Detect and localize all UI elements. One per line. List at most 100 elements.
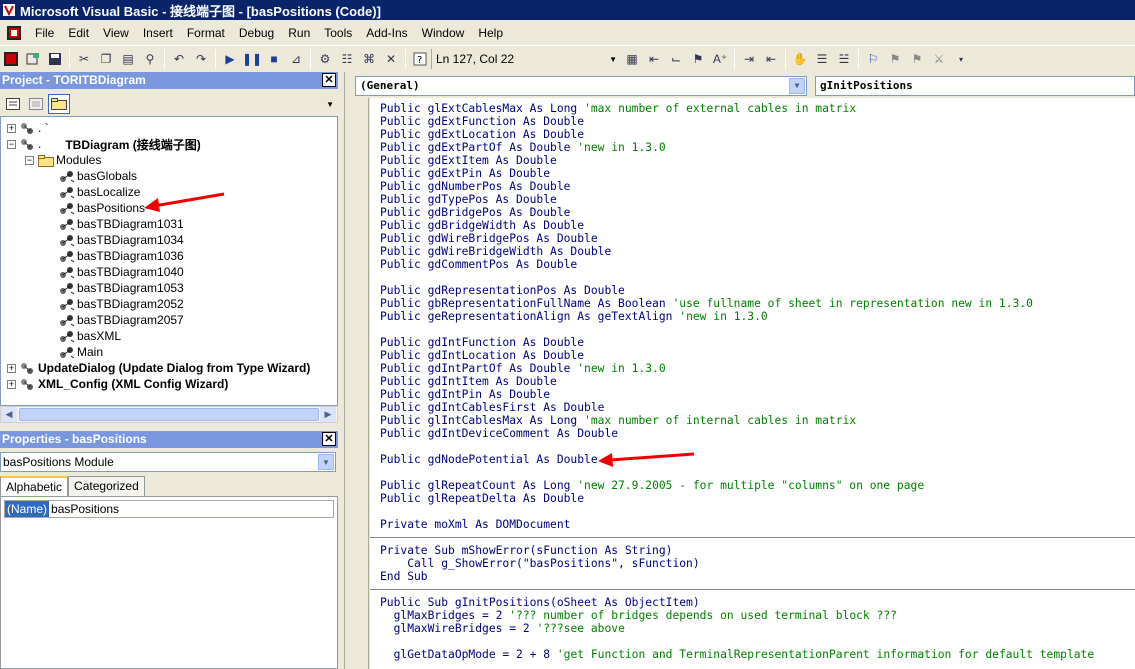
collapse-icon[interactable]: − <box>7 139 16 149</box>
indent-icon[interactable]: ⇥ <box>738 48 760 70</box>
tree-node-module[interactable]: basXML <box>59 328 121 344</box>
code-line[interactable]: Public glExtCablesMax As Long 'max numbe… <box>380 102 856 115</box>
code-line[interactable]: Public gdIntCablesFirst As Double <box>380 401 604 414</box>
toolbar-overflow-icon[interactable]: ▾ <box>950 48 972 70</box>
tree-node-module[interactable]: basTBDiagram1053 <box>59 280 184 296</box>
tree-node-module[interactable]: basTBDiagram2052 <box>59 296 184 312</box>
toggle-breakpoint-icon[interactable]: ✋ <box>789 48 811 70</box>
tree-node-module[interactable]: basTBDiagram1031 <box>59 216 184 232</box>
menu-help[interactable]: Help <box>471 22 510 44</box>
code-line[interactable]: Public gdWireBridgePos As Double <box>380 232 598 245</box>
view-object-icon[interactable] <box>25 94 47 114</box>
code-line[interactable]: Private moXml As DOMDocument <box>380 518 570 531</box>
comment-block-icon[interactable]: ☰ <box>811 48 833 70</box>
object-combo[interactable]: (General) ▼ <box>355 76 807 96</box>
design-mode-icon[interactable]: ⊿ <box>285 48 307 70</box>
project-explorer-icon[interactable]: ⚙ <box>314 48 336 70</box>
tree-node-module[interactable]: basTBDiagram2057 <box>59 312 184 328</box>
dropdown-arrow-icon[interactable]: ▼ <box>789 78 805 94</box>
complete-word-icon[interactable]: A⁺ <box>709 48 731 70</box>
code-line[interactable]: Public gdNumberPos As Double <box>380 180 570 193</box>
code-line[interactable]: Public gdNodePotential As Double <box>380 453 598 466</box>
menu-insert[interactable]: Insert <box>136 22 180 44</box>
cut-icon[interactable]: ✂ <box>73 48 95 70</box>
reset-icon[interactable]: ■ <box>263 48 285 70</box>
tree-node-module[interactable]: basLocalize <box>59 184 140 200</box>
vb-menu-icon[interactable] <box>0 22 28 44</box>
menu-debug[interactable]: Debug <box>232 22 281 44</box>
properties-close-icon[interactable]: ✕ <box>322 432 336 446</box>
copy-icon[interactable]: ❐ <box>95 48 117 70</box>
code-line[interactable]: Public gdExtLocation As Double <box>380 128 584 141</box>
toggle-folders-icon[interactable] <box>48 94 70 114</box>
code-line[interactable]: Public gdIntPartOf As Double 'new in 1.3… <box>380 362 666 375</box>
code-line[interactable]: Public gdIntFunction As Double <box>380 336 584 349</box>
list-properties-icon[interactable]: ▦ <box>621 48 643 70</box>
collapse-icon[interactable]: − <box>25 155 34 165</box>
project-close-icon[interactable]: ✕ <box>322 73 336 87</box>
code-line[interactable]: Public Sub gInitPositions(oSheet As Obje… <box>380 596 700 609</box>
previous-bookmark-icon[interactable]: ⚑ <box>906 48 928 70</box>
code-line[interactable]: Public gdIntDeviceComment As Double <box>380 427 618 440</box>
tree-node-project1[interactable]: + . ` <box>7 120 49 136</box>
code-line[interactable]: Public gdBridgeWidth As Double <box>380 219 584 232</box>
expand-icon[interactable]: + <box>7 123 16 133</box>
code-line[interactable]: Public glRepeatCount As Long 'new 27.9.2… <box>380 479 924 492</box>
tree-node-module[interactable]: basTBDiagram1036 <box>59 248 184 264</box>
menu-window[interactable]: Window <box>415 22 472 44</box>
tree-node-project2[interactable]: − . TBDiagram (接线端子图) <box>7 136 201 152</box>
expand-icon[interactable]: + <box>7 379 16 389</box>
tab-alphabetic[interactable]: Alphabetic <box>0 476 69 496</box>
code-line[interactable]: Public gdExtFunction As Double <box>380 115 584 128</box>
tab-categorized[interactable]: Categorized <box>68 476 145 496</box>
tree-node-module[interactable]: basPositions <box>59 200 145 216</box>
tree-node-module[interactable]: Main <box>59 344 103 360</box>
code-line[interactable]: Public gdBridgePos As Double <box>380 206 570 219</box>
paste-icon[interactable]: ▤ <box>117 48 139 70</box>
code-line[interactable]: Call g_ShowError("basPositions", sFuncti… <box>380 557 699 570</box>
code-line[interactable]: glMaxBridges = 2 '??? number of bridges … <box>380 609 897 622</box>
property-row-name[interactable]: (Name) basPositions <box>4 500 334 518</box>
undo-icon[interactable]: ↶ <box>168 48 190 70</box>
code-line[interactable]: Public gdIntPin As Double <box>380 388 550 401</box>
dropdown-arrow-icon[interactable]: ▼ <box>318 454 334 470</box>
menu-view[interactable]: View <box>96 22 136 44</box>
tree-node-module[interactable]: basGlobals <box>59 168 137 184</box>
tree-node-modules[interactable]: − Modules <box>25 152 101 168</box>
scroll-thumb[interactable] <box>19 408 319 421</box>
insert-module-icon[interactable] <box>22 48 44 70</box>
help-icon[interactable]: ? <box>409 48 431 70</box>
margin-indicator-bar[interactable] <box>345 98 369 669</box>
code-line[interactable]: Public gdExtPin As Double <box>380 167 550 180</box>
find-icon[interactable]: ⚲ <box>139 48 161 70</box>
code-line[interactable]: Public gdTypePos As Double <box>380 193 557 206</box>
clear-bookmarks-icon[interactable]: ⚔ <box>928 48 950 70</box>
code-line[interactable]: Public gdWireBridgeWidth As Double <box>380 245 611 258</box>
procedure-combo[interactable]: gInitPositions <box>815 76 1135 96</box>
properties-window-icon[interactable]: ☷ <box>336 48 358 70</box>
menu-tools[interactable]: Tools <box>317 22 359 44</box>
properties-object-select[interactable]: basPositions Module ▼ <box>0 452 336 472</box>
quick-info-icon[interactable]: ⌙ <box>665 48 687 70</box>
view-code-icon[interactable] <box>2 94 24 114</box>
code-line[interactable]: glMaxWireBridges = 2 '???see above <box>380 622 625 635</box>
code-line[interactable]: glGetDataOpMode = 2 + 8 'get Function an… <box>380 648 1095 661</box>
code-editor[interactable]: Public glExtCablesMax As Long 'max numbe… <box>370 98 1135 669</box>
tree-node-module[interactable]: basTBDiagram1040 <box>59 264 184 280</box>
next-bookmark-icon[interactable]: ⚑ <box>884 48 906 70</box>
code-line[interactable]: End Sub <box>380 570 428 583</box>
tree-node-updatedialog[interactable]: + UpdateDialog (Update Dialog from Type … <box>7 360 310 376</box>
code-line[interactable]: Public geRepresentationAlign As geTextAl… <box>380 310 768 323</box>
code-line[interactable]: Private Sub mShowError(sFunction As Stri… <box>380 544 672 557</box>
property-value[interactable]: basPositions <box>49 502 119 516</box>
tree-node-module[interactable]: basTBDiagram1034 <box>59 232 184 248</box>
redo-icon[interactable]: ↷ <box>190 48 212 70</box>
break-icon[interactable]: ❚❚ <box>241 48 263 70</box>
code-line[interactable]: Public gbRepresentationFullName As Boole… <box>380 297 1033 310</box>
menu-format[interactable]: Format <box>180 22 232 44</box>
code-line[interactable]: Public gdExtItem As Double <box>380 154 557 167</box>
menu-edit[interactable]: Edit <box>61 22 96 44</box>
toggle-bookmark-icon[interactable]: ⚐ <box>862 48 884 70</box>
toolbar-options-arrow-icon[interactable]: ▼ <box>609 55 617 64</box>
list-constants-icon[interactable]: ⇤ <box>643 48 665 70</box>
